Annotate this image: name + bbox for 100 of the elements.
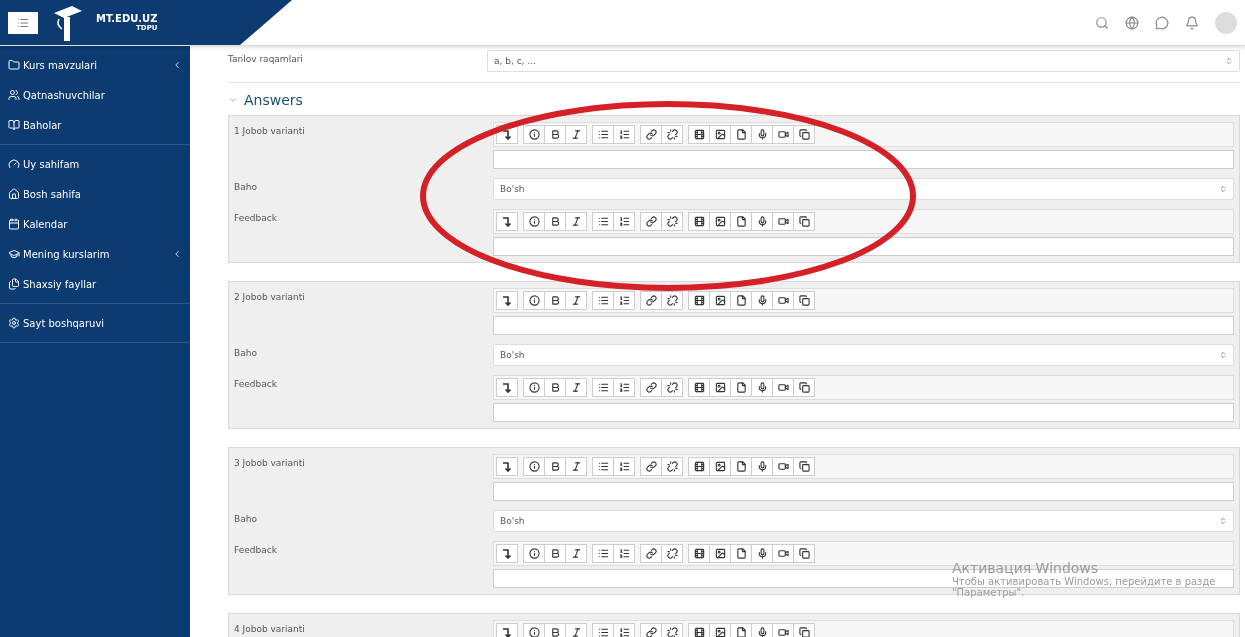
video-camera-button[interactable] [772,212,794,231]
italic-button[interactable] [565,378,587,397]
bold-button[interactable] [544,623,566,637]
bulleted-list-button[interactable] [592,212,614,231]
copy-button[interactable] [793,623,815,637]
image-button[interactable] [709,212,731,231]
link-button[interactable] [640,544,662,563]
italic-button[interactable] [565,125,587,144]
file-button[interactable] [730,544,752,563]
globe-icon[interactable] [1125,15,1139,30]
sidebar-item[interactable]: Shaxsiy fayllar [0,269,190,299]
select-field[interactable]: a, b, c, ... [487,50,1240,72]
video-camera-button[interactable] [772,544,794,563]
video-camera-button[interactable] [772,457,794,476]
bulleted-list-button[interactable] [592,378,614,397]
bulleted-list-button[interactable] [592,623,614,637]
image-button[interactable] [709,457,731,476]
microphone-button[interactable] [751,457,773,476]
video-camera-button[interactable] [772,378,794,397]
image-button[interactable] [709,623,731,637]
file-button[interactable] [730,125,752,144]
image-button[interactable] [709,125,731,144]
link-button[interactable] [640,623,662,637]
search-icon[interactable] [1095,15,1109,30]
microphone-button[interactable] [751,291,773,310]
media-button[interactable] [688,457,710,476]
italic-button[interactable] [565,623,587,637]
info-button[interactable] [523,212,545,231]
numbered-list-button[interactable] [613,544,635,563]
file-button[interactable] [730,457,752,476]
bell-icon[interactable] [1185,15,1199,30]
sidebar-item[interactable]: Bosh sahifa [0,179,190,209]
numbered-list-button[interactable] [613,125,635,144]
copy-button[interactable] [793,544,815,563]
info-button[interactable] [523,291,545,310]
bent-arrow-button[interactable] [496,623,518,637]
media-button[interactable] [688,378,710,397]
info-button[interactable] [523,623,545,637]
copy-button[interactable] [793,378,815,397]
italic-button[interactable] [565,291,587,310]
bulleted-list-button[interactable] [592,125,614,144]
bulleted-list-button[interactable] [592,291,614,310]
unlink-button[interactable] [661,378,683,397]
unlink-button[interactable] [661,212,683,231]
select-field[interactable]: Bo'sh [493,344,1234,366]
numbered-list-button[interactable] [613,212,635,231]
sidebar-item[interactable]: Uy sahifam [0,149,190,179]
file-button[interactable] [730,623,752,637]
bold-button[interactable] [544,457,566,476]
file-button[interactable] [730,378,752,397]
image-button[interactable] [709,291,731,310]
copy-button[interactable] [793,291,815,310]
unlink-button[interactable] [661,291,683,310]
microphone-button[interactable] [751,623,773,637]
info-button[interactable] [523,378,545,397]
copy-button[interactable] [793,212,815,231]
bulleted-list-button[interactable] [592,457,614,476]
italic-button[interactable] [565,544,587,563]
bold-button[interactable] [544,378,566,397]
media-button[interactable] [688,212,710,231]
sidebar-item[interactable]: Kurs mavzulari [0,50,190,80]
link-button[interactable] [640,125,662,144]
file-button[interactable] [730,212,752,231]
sidebar-item[interactable]: Qatnashuvchilar [0,80,190,110]
media-button[interactable] [688,125,710,144]
video-camera-button[interactable] [772,125,794,144]
select-field[interactable]: Bo'sh [493,510,1234,532]
link-button[interactable] [640,457,662,476]
info-button[interactable] [523,544,545,563]
bent-arrow-button[interactable] [496,378,518,397]
media-button[interactable] [688,291,710,310]
copy-button[interactable] [793,125,815,144]
bold-button[interactable] [544,212,566,231]
unlink-button[interactable] [661,125,683,144]
image-button[interactable] [709,544,731,563]
sidebar-item[interactable]: Sayt boshqaruvi [0,308,190,338]
menu-button[interactable] [8,11,38,34]
sidebar-item[interactable]: Mening kurslarim [0,239,190,269]
bold-button[interactable] [544,291,566,310]
media-button[interactable] [688,623,710,637]
numbered-list-button[interactable] [613,623,635,637]
media-button[interactable] [688,544,710,563]
bent-arrow-button[interactable] [496,291,518,310]
italic-button[interactable] [565,457,587,476]
select-field[interactable]: Bo'sh [493,178,1234,200]
microphone-button[interactable] [751,378,773,397]
unlink-button[interactable] [661,544,683,563]
image-button[interactable] [709,378,731,397]
link-button[interactable] [640,378,662,397]
italic-button[interactable] [565,212,587,231]
numbered-list-button[interactable] [613,291,635,310]
section-toggle[interactable]: Answers [228,83,303,115]
chat-bubble-icon[interactable] [1155,15,1169,30]
microphone-button[interactable] [751,125,773,144]
copy-button[interactable] [793,457,815,476]
video-camera-button[interactable] [772,291,794,310]
sidebar-item[interactable]: Baholar [0,110,190,140]
bent-arrow-button[interactable] [496,457,518,476]
video-camera-button[interactable] [772,623,794,637]
microphone-button[interactable] [751,212,773,231]
